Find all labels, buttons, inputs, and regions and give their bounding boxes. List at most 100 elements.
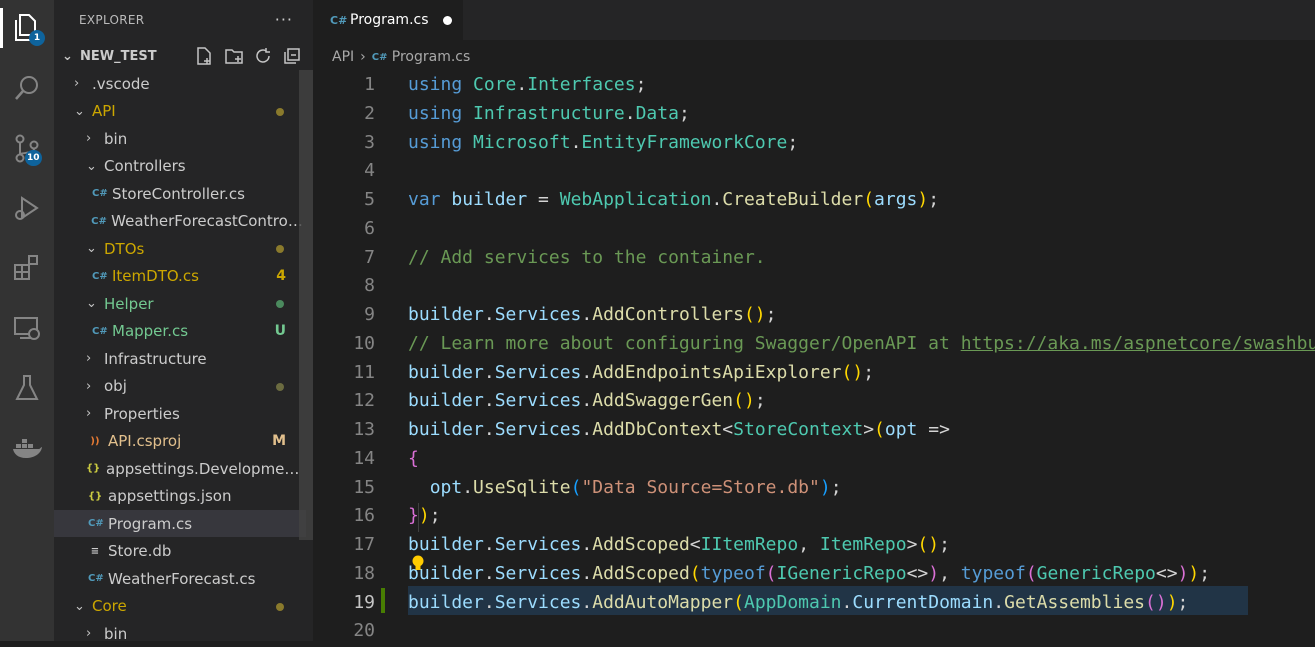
code-line: 11 builder.Services.AddEndpointsApiExplor… bbox=[353, 362, 875, 383]
tree-item-label: Infrastructure bbox=[104, 349, 207, 368]
csharp-file-icon: C# bbox=[330, 13, 348, 27]
chevron-down-icon: ⌄ bbox=[74, 598, 85, 614]
testing-icon[interactable] bbox=[0, 368, 51, 408]
code-line: 6 bbox=[364, 218, 375, 239]
sidebar-header: EXPLORER ··· bbox=[54, 0, 313, 40]
remote-explorer-icon[interactable] bbox=[0, 308, 51, 348]
json-file-icon: {} bbox=[86, 463, 101, 474]
swagger-docs-link[interactable]: https://aka.ms/aspnetcore/swashbuckle bbox=[961, 333, 1315, 354]
tree-item-label: StoreController.cs bbox=[112, 184, 245, 203]
tree-item-label: bin bbox=[104, 624, 128, 643]
tree-item[interactable]: ≡ Store.db bbox=[54, 538, 306, 565]
tree-item-label: appsettings.Development.j... bbox=[106, 459, 306, 478]
code-line: 15 opt.UseSqlite("Data Source=Store.db")… bbox=[353, 477, 842, 498]
chevron-right-icon: › bbox=[86, 406, 92, 421]
tree-item-label: obj bbox=[104, 377, 127, 395]
git-status-badge: M bbox=[272, 433, 286, 449]
new-folder-icon[interactable] bbox=[224, 46, 244, 70]
tree-item[interactable]: › Infrastructure bbox=[54, 345, 306, 372]
tree-item[interactable]: C# WeatherForecastControll... bbox=[54, 208, 306, 235]
csharp-file-icon: C# bbox=[88, 573, 104, 584]
csharp-file-icon: C# bbox=[91, 215, 107, 227]
workspace-root[interactable]: ⌄ NEW_TEST bbox=[54, 42, 313, 70]
code-editor[interactable]: 1 using Core.Interfaces; 2 using Infrastru… bbox=[313, 70, 1315, 641]
refresh-icon[interactable] bbox=[254, 46, 272, 70]
csharp-file-icon: C# bbox=[92, 325, 108, 337]
unsaved-dot-icon[interactable] bbox=[442, 15, 452, 25]
tree-item[interactable]: › bin bbox=[54, 620, 306, 647]
chevron-down-icon: ⌄ bbox=[86, 241, 97, 256]
tab-program-cs[interactable]: C# Program.cs bbox=[313, 0, 463, 40]
git-status-dot-icon bbox=[276, 300, 284, 308]
tree-item-label: WeatherForecast.cs bbox=[108, 569, 256, 588]
tree-item[interactable]: ⌄ DTOs bbox=[54, 235, 306, 262]
extensions-icon[interactable] bbox=[0, 248, 51, 288]
chevron-right-icon: › bbox=[86, 131, 92, 146]
code-line: 1 using Core.Interfaces; bbox=[364, 74, 647, 95]
breadcrumb: API › C# Program.cs bbox=[332, 46, 470, 68]
tree-item-label: API bbox=[92, 102, 116, 120]
csharp-file-icon: C# bbox=[371, 51, 388, 63]
code-line: 8 bbox=[364, 275, 375, 296]
csharp-file-icon: C# bbox=[92, 270, 108, 282]
breadcrumb-api[interactable]: API bbox=[332, 49, 354, 65]
tree-item-label: bin bbox=[104, 129, 128, 148]
tree-item[interactable]: ⌄ Core bbox=[54, 593, 306, 620]
tree-item[interactable]: )) API.csproj M bbox=[54, 428, 306, 455]
csharp-file-icon: C# bbox=[92, 188, 108, 199]
csharp-file-icon: C# bbox=[88, 518, 104, 529]
tree-item[interactable]: ⌄ Helper bbox=[54, 290, 306, 317]
json-file-icon: {} bbox=[88, 490, 103, 502]
tree-item[interactable]: ⌄ Controllers bbox=[54, 153, 306, 180]
activity-bar: 1 10 bbox=[0, 0, 54, 641]
tree-item-label: Store.db bbox=[108, 542, 172, 560]
search-icon[interactable] bbox=[0, 68, 51, 108]
chevron-right-icon: › bbox=[86, 626, 92, 641]
breadcrumb-program-cs[interactable]: Program.cs bbox=[392, 49, 471, 65]
chevron-right-icon: › bbox=[86, 351, 92, 366]
sidebar-scrollbar[interactable] bbox=[299, 70, 313, 540]
chevron-right-icon: › bbox=[360, 49, 366, 65]
chevron-down-icon: ⌄ bbox=[86, 296, 97, 311]
tree-item[interactable]: {} appsettings.Development.j... bbox=[54, 455, 306, 482]
tree-item-label: DTOs bbox=[104, 239, 145, 258]
code-line: 9 builder.Services.AddControllers(); bbox=[364, 304, 777, 325]
code-line: 3 using Microsoft.EntityFrameworkCore; bbox=[364, 132, 799, 153]
source-control-icon[interactable]: 10 bbox=[0, 128, 51, 168]
docker-icon[interactable] bbox=[0, 428, 51, 468]
git-status-dot-icon bbox=[276, 245, 284, 253]
chevron-down-icon: ⌄ bbox=[62, 48, 73, 64]
code-line: 16}); bbox=[353, 505, 441, 526]
code-line: 4 bbox=[364, 160, 375, 181]
run-debug-icon[interactable] bbox=[0, 188, 51, 228]
tree-item[interactable]: › obj bbox=[54, 373, 306, 400]
tree-item[interactable]: C# Program.cs bbox=[54, 510, 306, 537]
chevron-right-icon: › bbox=[74, 76, 80, 91]
tree-item[interactable]: › Properties bbox=[54, 400, 306, 427]
tree-item[interactable]: ⌄ API bbox=[54, 98, 306, 125]
git-status-badge: 4 bbox=[276, 268, 286, 284]
tab-bar: C# Program.cs bbox=[313, 0, 1315, 40]
tree-item[interactable]: C# WeatherForecast.cs bbox=[54, 565, 306, 592]
tree-item[interactable]: C# Mapper.cs U bbox=[54, 318, 306, 345]
tree-item-label: ItemDTO.cs bbox=[112, 267, 199, 285]
tree-item-label: Core bbox=[92, 597, 127, 615]
explorer-badge: 1 bbox=[29, 30, 45, 46]
lightbulb-icon[interactable] bbox=[411, 555, 425, 577]
tree-item[interactable]: C# ItemDTO.cs 4 bbox=[54, 263, 306, 290]
database-file-icon: ≡ bbox=[90, 545, 100, 557]
tree-item-label: Mapper.cs bbox=[112, 322, 189, 340]
tree-item[interactable]: {} appsettings.json bbox=[54, 483, 306, 510]
tree-item-label: Helper bbox=[104, 294, 154, 313]
tree-item[interactable]: › bin bbox=[54, 125, 306, 152]
source-control-badge: 10 bbox=[25, 150, 42, 166]
explorer-sidebar: EXPLORER ··· ⌄ NEW_TEST › .vscode ⌄ API › bin… bbox=[54, 0, 313, 643]
explorer-icon[interactable]: 1 bbox=[0, 8, 51, 48]
tree-item[interactable]: C# StoreController.cs bbox=[54, 180, 306, 207]
more-actions-icon[interactable]: ··· bbox=[275, 10, 293, 29]
new-file-icon[interactable] bbox=[195, 46, 213, 70]
rss-file-icon: )) bbox=[90, 435, 100, 447]
collapse-all-icon[interactable] bbox=[283, 46, 301, 70]
code-line: 20 bbox=[353, 620, 375, 641]
tree-item[interactable]: › .vscode bbox=[54, 70, 306, 97]
